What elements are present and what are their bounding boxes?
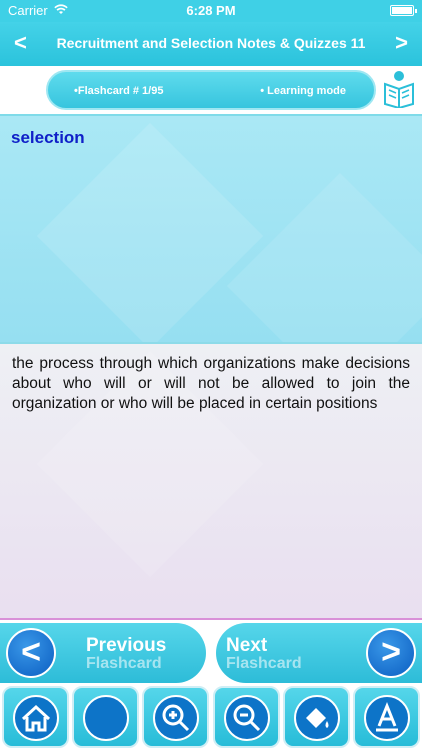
next-label: Next [226, 635, 268, 656]
arrow-left-icon: < [6, 628, 56, 678]
flashcard-navigation: < Previous Flashcard Next Flashcard > [0, 620, 422, 686]
font-button[interactable] [352, 686, 420, 748]
previous-label: Previous [86, 635, 167, 656]
zoom-out-icon [223, 695, 270, 741]
flashcard-term: selection [11, 128, 85, 147]
flashcard-counter: •Flashcard # 1/95 [74, 85, 164, 97]
definition-panel: the process through which organizations … [0, 344, 422, 620]
zoom-out-button[interactable] [212, 686, 280, 748]
bottom-toolbar [0, 686, 422, 750]
zoom-in-icon [153, 695, 200, 741]
battery-icon [390, 5, 417, 16]
paint-bucket-icon [293, 695, 340, 741]
mode-label: • Learning mode [260, 85, 346, 97]
info-pill: •Flashcard # 1/95 • Learning mode [46, 70, 376, 110]
chevron-right-icon[interactable]: > [395, 30, 408, 56]
flashcard-definition: the process through which organizations … [12, 355, 410, 412]
blank-button[interactable] [72, 686, 140, 748]
theme-button[interactable] [282, 686, 350, 748]
chevron-left-icon[interactable]: < [14, 30, 27, 56]
zoom-in-button[interactable] [142, 686, 210, 748]
blank-circle-icon [83, 695, 130, 741]
clock: 6:28 PM [186, 3, 236, 18]
font-icon [363, 695, 410, 741]
term-panel[interactable]: selection [0, 114, 422, 344]
status-bar: Carrier 6:28 PM [0, 0, 422, 22]
home-button[interactable] [2, 686, 69, 748]
previous-flashcard-button[interactable]: < Previous Flashcard [0, 623, 206, 683]
info-strip: •Flashcard # 1/95 • Learning mode [0, 66, 422, 114]
next-sublabel: Flashcard [226, 655, 302, 672]
previous-sublabel: Flashcard [86, 655, 162, 672]
next-flashcard-button[interactable]: Next Flashcard > [216, 623, 422, 683]
arrow-right-icon: > [366, 628, 416, 678]
page-title: Recruitment and Selection Notes & Quizze… [56, 35, 366, 51]
reader-book-icon [382, 70, 416, 110]
home-icon [13, 695, 59, 741]
nav-bar: < Recruitment and Selection Notes & Quiz… [0, 22, 422, 66]
